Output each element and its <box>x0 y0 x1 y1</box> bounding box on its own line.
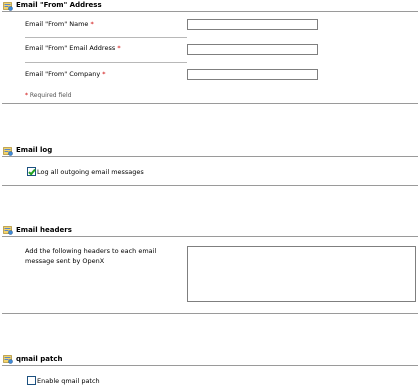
section-title-email-from: Email "From" Address <box>16 1 102 9</box>
settings-section-icon <box>3 225 13 235</box>
enable-qmail-patch-checkbox[interactable] <box>27 376 36 385</box>
section-title-email-log: Email log <box>16 146 53 154</box>
settings-section-icon <box>3 146 13 156</box>
from-company-input[interactable] <box>187 69 318 80</box>
section-title-email-headers: Email headers <box>16 226 72 234</box>
section-title-qmail-patch: qmail patch <box>16 355 63 363</box>
from-name-input[interactable] <box>187 19 318 30</box>
settings-section-icon <box>3 354 13 364</box>
section-divider <box>2 103 418 104</box>
section-divider <box>2 156 418 157</box>
required-field-note: * Required field <box>25 92 72 99</box>
field-label-from-name: Email "From" Name * <box>25 20 94 28</box>
settings-section-icon <box>3 1 13 11</box>
from-email-input[interactable] <box>187 44 318 55</box>
section-divider <box>2 313 418 314</box>
headers-description: Add the following headers to each email … <box>25 247 157 265</box>
section-divider <box>2 236 418 237</box>
email-headers-textarea[interactable] <box>187 246 416 302</box>
field-label-from-email: Email "From" Email Address * <box>25 44 121 52</box>
field-divider <box>25 62 187 63</box>
section-divider <box>2 185 418 186</box>
field-divider <box>25 37 187 38</box>
enable-qmail-patch-label: Enable qmail patch <box>37 377 100 385</box>
log-outgoing-label: Log all outgoing email messages <box>37 168 144 176</box>
field-label-from-company: Email "From" Company * <box>25 70 106 78</box>
section-divider <box>2 11 418 12</box>
log-outgoing-checkbox[interactable] <box>27 167 36 176</box>
section-divider <box>2 365 418 366</box>
